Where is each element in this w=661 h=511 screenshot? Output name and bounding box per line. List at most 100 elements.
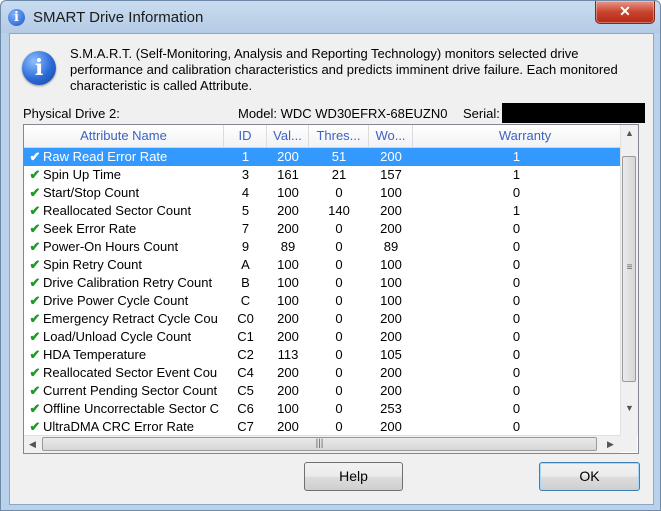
cell-attribute-name: ✔ UltraDMA CRC Error Rate [28, 418, 224, 435]
table-row[interactable]: ✔ Start/Stop Count 4 100 0 100 0 [24, 184, 620, 202]
cell-worst: 253 [380, 401, 402, 416]
cell-threshold: 0 [335, 293, 343, 308]
vertical-scroll-thumb[interactable]: ≡ [622, 156, 636, 382]
cell-attribute-name: ✔ Offline Uncorrectable Sector C [28, 400, 224, 418]
column-header-threshold[interactable]: Thres... [309, 125, 369, 147]
cell-value: 100 [277, 275, 299, 290]
title-bar[interactable]: i SMART Drive Information ✕ [1, 1, 660, 33]
table-row[interactable]: ✔ Power-On Hours Count 9 89 0 89 0 [24, 238, 620, 256]
table-row[interactable]: ✔ Raw Read Error Rate 1 200 51 200 1 [24, 148, 620, 166]
table-row[interactable]: ✔ Spin Up Time 3 161 21 157 1 [24, 166, 620, 184]
cell-id: 5 [241, 203, 250, 218]
table-row[interactable]: ✔ Seek Error Rate 7 200 0 200 0 [24, 220, 620, 238]
scroll-left-arrow-icon[interactable]: ◀ [24, 436, 41, 453]
cell-worst: 200 [380, 329, 402, 344]
cell-warranty: 0 [512, 419, 521, 434]
dialog-body: i S.M.A.R.T. (Self-Monitoring, Analysis … [9, 33, 654, 505]
table-row[interactable]: ✔ UltraDMA CRC Error Rate C7 200 0 200 0 [24, 418, 620, 435]
column-header-value[interactable]: Val... [267, 125, 309, 147]
cell-threshold: 21 [331, 167, 347, 182]
column-header-warranty[interactable]: Warranty [413, 125, 637, 147]
help-button[interactable]: Help [304, 462, 403, 491]
cell-warranty: 0 [512, 311, 521, 326]
horizontal-scroll-thumb[interactable]: ||| [42, 437, 597, 451]
cell-attribute-name: ✔ Drive Power Cycle Count [28, 292, 224, 310]
table-row[interactable]: ✔ Reallocated Sector Event Cou C4 200 0 200 0 [24, 364, 620, 382]
cell-value: 200 [277, 329, 299, 344]
cell-id: 7 [241, 221, 250, 236]
cell-worst: 200 [380, 203, 402, 218]
cell-warranty: 0 [512, 383, 521, 398]
cell-attribute-name: ✔ Drive Calibration Retry Count [28, 274, 224, 292]
cell-id: 1 [241, 149, 250, 164]
check-icon: ✔ [29, 419, 41, 434]
cell-worst: 200 [380, 365, 402, 380]
attribute-name-text: Reallocated Sector Count [43, 203, 192, 218]
cell-worst: 100 [380, 257, 402, 272]
cell-attribute-name: ✔ Power-On Hours Count [28, 238, 224, 256]
horizontal-scrollbar[interactable]: ◀ ||| ▶ [24, 435, 620, 453]
cell-value: 200 [277, 149, 299, 164]
model-label: Model: WDC WD30EFRX-68EUZN0 [238, 106, 448, 121]
cell-worst: 200 [380, 221, 402, 236]
cell-id: 3 [241, 167, 250, 182]
scroll-down-arrow-icon[interactable]: ▼ [621, 400, 638, 417]
cell-value: 200 [277, 221, 299, 236]
cell-value: 161 [277, 167, 299, 182]
attribute-name-text: Seek Error Rate [43, 221, 137, 236]
cell-value: 100 [277, 257, 299, 272]
cell-id: C6 [237, 401, 254, 416]
cell-threshold: 51 [331, 149, 347, 164]
cell-value: 89 [280, 239, 296, 254]
column-header-id[interactable]: ID [224, 125, 267, 147]
cell-id: C0 [237, 311, 254, 326]
check-icon: ✔ [29, 185, 41, 200]
attribute-name-text: Raw Read Error Rate [43, 149, 168, 164]
table-row[interactable]: ✔ Current Pending Sector Count C5 200 0 200 0 [24, 382, 620, 400]
attribute-name-text: Start/Stop Count [43, 185, 140, 200]
scroll-up-arrow-icon[interactable]: ▲ [621, 125, 638, 142]
table-row[interactable]: ✔ Offline Uncorrectable Sector C C6 100 0 253… [24, 400, 620, 418]
attribute-list[interactable]: Attribute Name ID Val... Thres... Wo... … [23, 124, 639, 454]
cell-warranty: 0 [512, 347, 521, 362]
cell-worst: 200 [380, 311, 402, 326]
attribute-name-text: Drive Power Cycle Count [43, 293, 189, 308]
cell-value: 113 [277, 347, 299, 362]
attribute-name-text: Emergency Retract Cycle Cou [43, 311, 218, 326]
cell-id: C4 [237, 365, 254, 380]
cell-attribute-name: ✔ Spin Retry Count [28, 256, 224, 274]
table-row[interactable]: ✔ Load/Unload Cycle Count C1 200 0 200 0 [24, 328, 620, 346]
cell-attribute-name: ✔ Load/Unload Cycle Count [28, 328, 224, 346]
cell-worst: 100 [380, 185, 402, 200]
check-icon: ✔ [29, 221, 41, 236]
attribute-name-text: Spin Up Time [43, 167, 122, 182]
ok-button[interactable]: OK [539, 462, 640, 491]
cell-warranty: 1 [512, 167, 521, 182]
physical-drive-label: Physical Drive 2: [23, 106, 120, 121]
check-icon: ✔ [29, 203, 41, 218]
window-title: SMART Drive Information [33, 9, 204, 26]
cell-value: 100 [277, 293, 299, 308]
attribute-name-text: Reallocated Sector Event Cou [43, 365, 218, 380]
scroll-right-arrow-icon[interactable]: ▶ [602, 436, 619, 453]
smart-dialog-window: i SMART Drive Information ✕ i S.M.A.R.T.… [0, 0, 661, 511]
cell-worst: 200 [380, 149, 402, 164]
table-row[interactable]: ✔ HDA Temperature C2 113 0 105 0 [24, 346, 620, 364]
attribute-name-text: Drive Calibration Retry Count [43, 275, 213, 290]
vertical-scrollbar[interactable]: ▲ ≡ ▼ [620, 125, 638, 435]
column-header-attribute-name[interactable]: Attribute Name [24, 125, 224, 147]
close-button[interactable]: ✕ [595, 1, 655, 24]
table-row[interactable]: ✔ Spin Retry Count A 100 0 100 0 [24, 256, 620, 274]
table-row[interactable]: ✔ Reallocated Sector Count 5 200 140 200 1 [24, 202, 620, 220]
check-icon: ✔ [29, 383, 41, 398]
cell-warranty: 0 [512, 239, 521, 254]
check-icon: ✔ [29, 149, 41, 164]
cell-threshold: 0 [335, 383, 343, 398]
cell-attribute-name: ✔ Raw Read Error Rate [28, 148, 224, 166]
cell-attribute-name: ✔ Spin Up Time [28, 166, 224, 184]
table-row[interactable]: ✔ Drive Calibration Retry Count B 100 0 100 0 [24, 274, 620, 292]
table-row[interactable]: ✔ Drive Power Cycle Count C 100 0 100 0 [24, 292, 620, 310]
info-icon: i [22, 51, 56, 85]
table-row[interactable]: ✔ Emergency Retract Cycle Cou C0 200 0 200 0 [24, 310, 620, 328]
column-header-worst[interactable]: Wo... [369, 125, 413, 147]
